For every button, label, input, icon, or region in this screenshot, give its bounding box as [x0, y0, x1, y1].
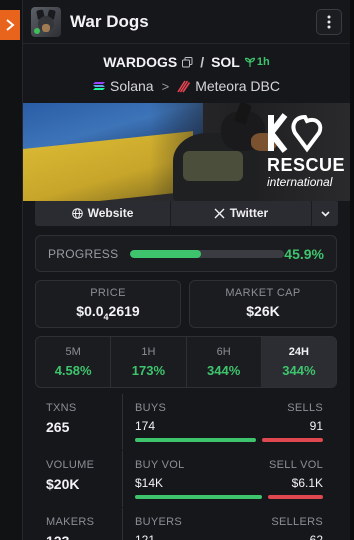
buys-label: BUYS [135, 402, 167, 414]
sellers-label: SELLERS [271, 516, 323, 528]
chevron-right-icon [6, 19, 15, 31]
txns-label: TXNS [46, 402, 77, 414]
makers-value: 123 [46, 533, 122, 540]
txns-value: 265 [46, 419, 70, 435]
pair-separator: / [200, 54, 205, 70]
kebab-menu-icon [327, 15, 331, 28]
volume-sell-bar [267, 495, 323, 499]
chevron-down-icon [320, 210, 330, 217]
pair-age-badge: 1h [244, 56, 270, 68]
base-symbol: WARDOGS [103, 54, 178, 70]
timeframe-tabs: 5M 4.58% 1H 173% 6H 344% 24H 344% [35, 336, 337, 388]
progress-label: PROGRESS [48, 246, 119, 261]
bonding-progress-card: PROGRESS 45.9% [35, 235, 337, 272]
volume-row: VOLUME $20K BUY VOL SELL VOL $14K $6.1K [35, 451, 337, 507]
x-logo-icon [214, 208, 225, 218]
sells-label: SELLS [287, 402, 323, 414]
buyers-label: BUYERS [135, 516, 183, 528]
chain-breadcrumb: Solana > Meteora DBC [23, 78, 350, 94]
makers-label: MAKERS [46, 516, 95, 528]
banner-brand-sub: international [267, 175, 333, 189]
tab-1h[interactable]: 1H 173% [111, 337, 187, 387]
rescue-logo-mark [268, 113, 323, 153]
token-title: War Dogs [70, 11, 149, 31]
buyers-value: 121 [135, 533, 156, 540]
buy-vol-value: $14K [135, 476, 164, 490]
buys-value: 174 [135, 419, 156, 433]
tab-6h[interactable]: 6H 344% [187, 337, 262, 387]
volume-split-bar [135, 495, 323, 499]
sell-vol-value: $6.1K [291, 476, 323, 490]
token-banner-image: RESCUE international [23, 103, 350, 201]
breadcrumb-chevron: > [161, 78, 170, 94]
twitter-button[interactable]: Twitter [171, 200, 312, 226]
market-cap-value: $26K [246, 303, 280, 319]
market-cap-label: MARKET CAP [225, 287, 301, 299]
trade-metrics: TXNS 265 BUYS SELLS 174 91 VOLUME $20K BUY… [35, 394, 337, 540]
tab-5m[interactable]: 5M 4.58% [36, 337, 112, 387]
txns-split-bar [135, 438, 323, 442]
sellers-value: 62 [309, 533, 323, 540]
volume-label: VOLUME [46, 459, 95, 471]
copy-address-button[interactable] [182, 56, 193, 68]
tab-24h[interactable]: 24H 344% [261, 337, 336, 387]
globe-icon [71, 207, 83, 219]
market-cap-card: MARKET CAP $26K [189, 280, 337, 328]
token-avatar [31, 6, 61, 37]
volume-value: $20K [46, 476, 80, 492]
txns-buy-bar [135, 438, 257, 442]
buy-vol-label: BUY VOL [135, 459, 185, 471]
panel-header: War Dogs [23, 0, 350, 44]
right-edge [350, 0, 354, 540]
solana-logo-icon [93, 81, 105, 91]
pair-age-value: 1h [256, 56, 270, 68]
progress-value: 45.9% [284, 245, 324, 262]
txns-row: TXNS 265 BUYS SELLS 174 91 [35, 394, 337, 450]
more-links-button[interactable] [312, 200, 338, 226]
progress-bar-fill [130, 249, 202, 258]
pair-symbol-row: WARDOGS / SOL 1h [23, 54, 350, 70]
sell-vol-label: SELL VOL [269, 459, 323, 471]
social-links: Website Twitter [35, 200, 338, 226]
left-rail [0, 0, 22, 540]
banner-brand: RESCUE [267, 155, 346, 175]
price-label: PRICE [90, 287, 126, 299]
website-label: Website [87, 206, 134, 220]
quote-symbol: SOL [211, 54, 240, 70]
copy-icon [182, 56, 193, 67]
meteora-logo-icon [177, 80, 191, 93]
txns-sell-bar [262, 438, 323, 442]
price-card: PRICE $0.042619 [35, 280, 181, 328]
seedling-icon [244, 57, 255, 67]
price-value: $0.042619 [76, 303, 140, 322]
volume-buy-bar [135, 495, 262, 499]
chain-network-link[interactable]: Solana [110, 78, 154, 94]
token-info-panel: War Dogs WARDOGS / SOL 1h Solana > Meteo… [22, 0, 350, 540]
twitter-label: Twitter [229, 206, 269, 220]
website-button[interactable]: Website [35, 200, 171, 226]
kebab-menu-button[interactable] [316, 8, 342, 35]
progress-bar [130, 249, 285, 258]
sells-value: 91 [309, 419, 323, 433]
dex-name-link[interactable]: Meteora DBC [195, 78, 280, 94]
expand-panel-button[interactable] [0, 10, 20, 40]
makers-row: MAKERS 123 BUYERS SELLERS 121 62 [35, 508, 337, 540]
